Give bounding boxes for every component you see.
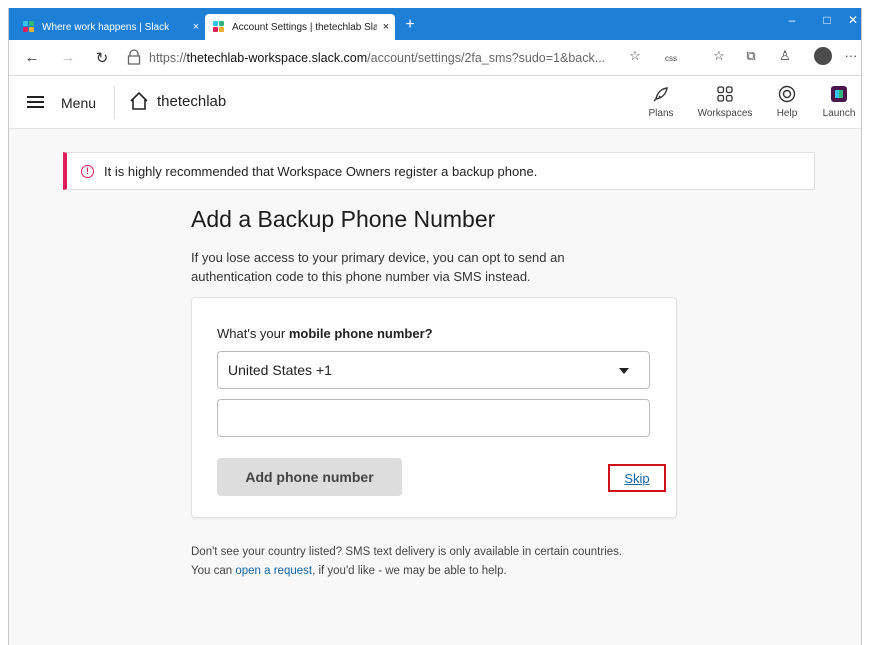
tab-strip: Where work happens | Slack × Account Set… xyxy=(9,8,861,40)
country-code-value: United States +1 xyxy=(228,362,332,378)
warning-icon: ! xyxy=(81,164,94,178)
warning-banner: ! It is highly recommended that Workspac… xyxy=(63,152,815,190)
nav-plans[interactable]: Plans xyxy=(629,83,693,119)
add-favorite-star-icon[interactable]: ☆ xyxy=(623,48,647,64)
collections-icon[interactable]: ⧉ xyxy=(739,48,763,64)
question-bold: mobile phone number? xyxy=(288,326,433,341)
slack-favicon-icon xyxy=(23,21,35,33)
menu-label[interactable]: Menu xyxy=(61,95,96,111)
close-window-button[interactable]: ✕ xyxy=(843,13,863,27)
forward-button[interactable]: → xyxy=(57,49,79,66)
rocket-icon xyxy=(653,87,668,102)
footnote-text: You can xyxy=(191,565,236,577)
home-icon[interactable] xyxy=(129,91,149,111)
minimize-button[interactable]: – xyxy=(777,13,807,27)
slack-favicon-icon xyxy=(213,21,225,33)
css-extension-icon[interactable]: css xyxy=(659,54,683,63)
caret-down-icon xyxy=(619,368,629,374)
nav-plans-label: Plans xyxy=(648,108,674,119)
country-code-select[interactable]: United States +1 xyxy=(217,351,650,389)
skip-link[interactable]: Skip xyxy=(624,471,649,486)
footnote-text: , if you'd like - we may be able to help… xyxy=(312,565,507,577)
avatar[interactable] xyxy=(811,47,835,68)
footnote-line: You can open a request, if you'd like - … xyxy=(191,562,622,581)
address-bar: ← → ↻ https://thetechlab-workspace.slack… xyxy=(9,40,861,76)
tab-close-icon[interactable]: × xyxy=(187,21,205,33)
reload-button[interactable]: ↻ xyxy=(91,49,113,67)
tab-title: Where work happens | Slack xyxy=(42,21,170,33)
tab-close-icon[interactable]: × xyxy=(377,21,395,33)
intro-line: authentication code to this phone number… xyxy=(191,269,531,284)
intro-line: If you lose access to your primary devic… xyxy=(191,250,565,265)
main-content: ! It is highly recommended that Workspac… xyxy=(9,130,861,645)
url-field[interactable]: https://thetechlab-workspace.slack.com/a… xyxy=(149,51,619,65)
phone-number-input[interactable] xyxy=(217,399,650,437)
grid-icon xyxy=(717,86,733,102)
url-path: /account/settings/2fa_sms?sudo=1&back... xyxy=(367,51,606,65)
nav-launch[interactable]: Launch xyxy=(807,83,870,119)
profile-icon[interactable]: ♙ xyxy=(773,48,797,64)
open-request-link[interactable]: open a request xyxy=(235,565,312,577)
help-ring-icon xyxy=(778,85,796,103)
new-tab-button[interactable]: + xyxy=(401,16,419,34)
tab-account-settings[interactable]: Account Settings | thetechlab Sla × xyxy=(205,14,395,40)
maximize-button[interactable]: □ xyxy=(812,13,842,27)
add-phone-number-button[interactable]: Add phone number xyxy=(217,458,402,496)
favorites-icon[interactable]: ☆ xyxy=(707,48,731,64)
skip-highlight-box: Skip xyxy=(608,464,666,492)
nav-workspaces-label: Workspaces xyxy=(697,108,753,119)
url-host: thetechlab-workspace.slack.com xyxy=(186,51,368,65)
intro-text: If you lose access to your primary devic… xyxy=(191,248,611,286)
phone-question-label: What's your mobile phone number? xyxy=(217,326,433,341)
hamburger-menu-icon[interactable] xyxy=(27,96,44,108)
footnote-line: Don't see your country listed? SMS text … xyxy=(191,546,623,558)
question-prefix: What's your xyxy=(217,326,289,341)
more-menu-icon[interactable]: ··· xyxy=(839,48,863,63)
browser-window: Where work happens | Slack × Account Set… xyxy=(8,8,862,645)
phone-form-card: What's your mobile phone number? United … xyxy=(191,297,677,518)
page-title: Add a Backup Phone Number xyxy=(191,206,496,232)
url-scheme: https:// xyxy=(149,51,187,65)
workspace-name[interactable]: thetechlab xyxy=(157,93,226,110)
nav-divider xyxy=(114,86,115,119)
nav-launch-label: Launch xyxy=(822,108,856,119)
tab-title: Account Settings | thetechlab Sla xyxy=(232,21,377,33)
warning-text: It is highly recommended that Workspace … xyxy=(104,163,538,179)
footnote: Don't see your country listed? SMS text … xyxy=(191,543,622,581)
slack-top-nav: Menu thetechlab Plans Workspaces Help La… xyxy=(9,76,861,129)
nav-workspaces[interactable]: Workspaces xyxy=(693,83,757,119)
lock-icon[interactable] xyxy=(127,49,141,65)
tab-slack-home[interactable]: Where work happens | Slack × xyxy=(15,14,205,40)
slack-launch-icon xyxy=(831,86,847,102)
back-button[interactable]: ← xyxy=(21,49,43,66)
